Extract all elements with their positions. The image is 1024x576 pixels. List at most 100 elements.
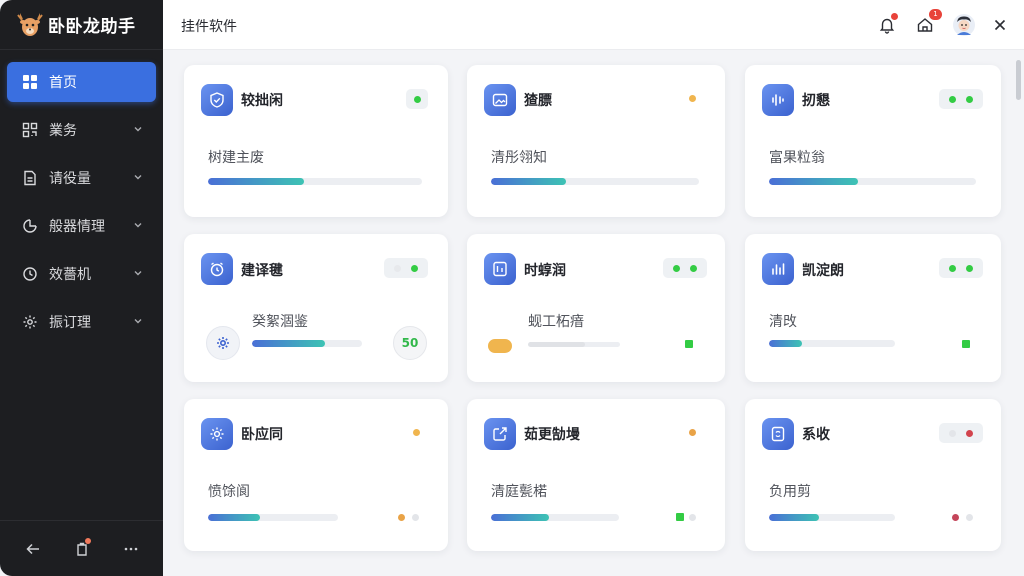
waveform-icon xyxy=(762,84,794,116)
card-3[interactable]: 扨懇 富果粒翁 xyxy=(745,65,1001,217)
more-button[interactable] xyxy=(117,535,145,563)
scrollbar-thumb[interactable] xyxy=(1016,60,1021,100)
chevron-down-icon xyxy=(134,319,142,324)
tag-chip xyxy=(488,339,512,353)
card-subtitle: 清攺 xyxy=(769,314,797,330)
status-dot xyxy=(966,429,973,437)
chevron-down-icon xyxy=(134,175,142,180)
progress-bar xyxy=(208,178,422,185)
status-dot xyxy=(966,264,973,272)
avatar-icon xyxy=(953,14,975,36)
chevron-down-icon xyxy=(134,127,142,132)
scrollbar[interactable] xyxy=(1015,56,1021,568)
shield-icon xyxy=(201,84,233,116)
card-title: 猹膘 xyxy=(524,93,552,109)
progress-bar xyxy=(208,514,338,521)
sidebar-item-requests[interactable]: 请役量 xyxy=(7,158,156,198)
pie-icon xyxy=(21,217,39,235)
close-button[interactable] xyxy=(986,11,1014,39)
avatar[interactable] xyxy=(950,11,978,39)
sidebar-item-label: 般器情理 xyxy=(49,219,105,235)
value-badge: 50 xyxy=(393,326,427,360)
brand: 卧卧龙助手 xyxy=(0,0,163,50)
status-dot xyxy=(673,264,680,272)
sidebar-item-label: 業务 xyxy=(49,123,77,139)
settings-icon xyxy=(21,313,39,331)
card-subtitle: 富果粒翁 xyxy=(769,150,825,166)
sidebar-item-efficiency[interactable]: 效薔机 xyxy=(7,254,156,294)
progress-bar xyxy=(252,340,362,347)
notification-button[interactable] xyxy=(873,11,901,39)
card-8[interactable]: 茹更勂墁 清庭甏楉 xyxy=(467,399,725,551)
sidebar-item-business[interactable]: 業务 xyxy=(7,110,156,150)
doc-icon xyxy=(21,169,39,187)
clipboard-button[interactable] xyxy=(68,535,96,563)
progress-fill xyxy=(252,340,325,347)
status-toggle[interactable] xyxy=(939,258,983,278)
status-dot xyxy=(690,264,697,272)
progress-fill xyxy=(491,178,566,185)
status-dot xyxy=(966,95,973,103)
card-subtitle: 清庭甏楉 xyxy=(491,484,547,500)
settings-gear-button[interactable] xyxy=(206,326,240,360)
progress-bar xyxy=(491,514,619,521)
sidebar-item-analysis[interactable]: 般器情理 xyxy=(7,206,156,246)
card-7[interactable]: 卧应同 愤馀阆 xyxy=(184,399,448,551)
page-title: 挂件软件 xyxy=(181,19,237,35)
card-subtitle: 负用剪 xyxy=(769,484,811,500)
sidebar-item-settings[interactable]: 振订理 xyxy=(7,302,156,342)
sidebar: 卧卧龙助手 首页 業务 请役量 般器情理 效薔机 振订理 xyxy=(0,0,163,576)
card-title: 卧应同 xyxy=(241,427,283,443)
status-dot xyxy=(952,514,959,521)
status-toggle[interactable] xyxy=(939,423,983,443)
card-2[interactable]: 猹膘 清彤翎知 xyxy=(467,65,725,217)
chevron-down-icon xyxy=(134,271,142,276)
progress-fill xyxy=(208,178,305,185)
card-title: 时蜳润 xyxy=(524,263,566,279)
qr-icon xyxy=(21,121,39,139)
progress-fill xyxy=(208,514,260,521)
home-button[interactable]: 1 xyxy=(911,9,942,39)
top-bar: 挂件软件 1 xyxy=(163,0,1024,50)
back-button[interactable] xyxy=(19,535,47,563)
status-dot xyxy=(689,95,696,102)
status-dot-off xyxy=(966,514,973,521)
card-title: 扨懇 xyxy=(802,93,830,109)
gear-icon xyxy=(217,337,229,349)
status-toggle[interactable] xyxy=(663,258,707,278)
card-9[interactable]: 系收 负用剪 xyxy=(745,399,1001,551)
app-name: 卧卧龙助手 xyxy=(48,17,136,37)
sidebar-item-label: 效薔机 xyxy=(49,267,91,283)
status-dot xyxy=(411,264,418,272)
progress-bar xyxy=(491,178,699,185)
device-icon xyxy=(484,253,516,285)
image-icon xyxy=(484,84,516,116)
card-6[interactable]: 凯淀朗 清攺 xyxy=(745,234,1001,382)
card-title: 较拙闲 xyxy=(241,93,283,109)
sidebar-item-home[interactable]: 首页 xyxy=(7,62,156,102)
status-dot xyxy=(413,429,420,436)
status-dot xyxy=(949,95,956,103)
gear-icon xyxy=(201,418,233,450)
status-square xyxy=(962,340,970,348)
progress-bar xyxy=(528,342,620,347)
notification-dot xyxy=(84,537,91,544)
status-toggle[interactable] xyxy=(939,89,983,109)
sidebar-item-label: 首页 xyxy=(49,75,77,91)
card-1[interactable]: 较拙闲 树建主废 xyxy=(184,65,448,217)
card-4[interactable]: 建译毽 癸絮涸鉴 50 xyxy=(184,234,448,382)
status-square xyxy=(676,513,684,521)
card-title: 建译毽 xyxy=(241,263,283,279)
close-icon xyxy=(994,19,1006,31)
status-toggle[interactable] xyxy=(406,89,428,109)
sidebar-footer xyxy=(0,520,163,576)
status-dot-off xyxy=(412,514,419,521)
status-toggle[interactable] xyxy=(384,258,428,278)
card-subtitle: 愤馀阆 xyxy=(208,484,250,500)
sidebar-nav: 首页 業务 请役量 般器情理 效薔机 振订理 xyxy=(0,62,163,350)
home-badge: 1 xyxy=(929,9,942,20)
card-title: 系收 xyxy=(802,427,830,443)
card-5[interactable]: 时蜳润 蚬工柘瘖 xyxy=(467,234,725,382)
status-dot-off xyxy=(949,429,956,437)
progress-fill xyxy=(528,342,586,347)
